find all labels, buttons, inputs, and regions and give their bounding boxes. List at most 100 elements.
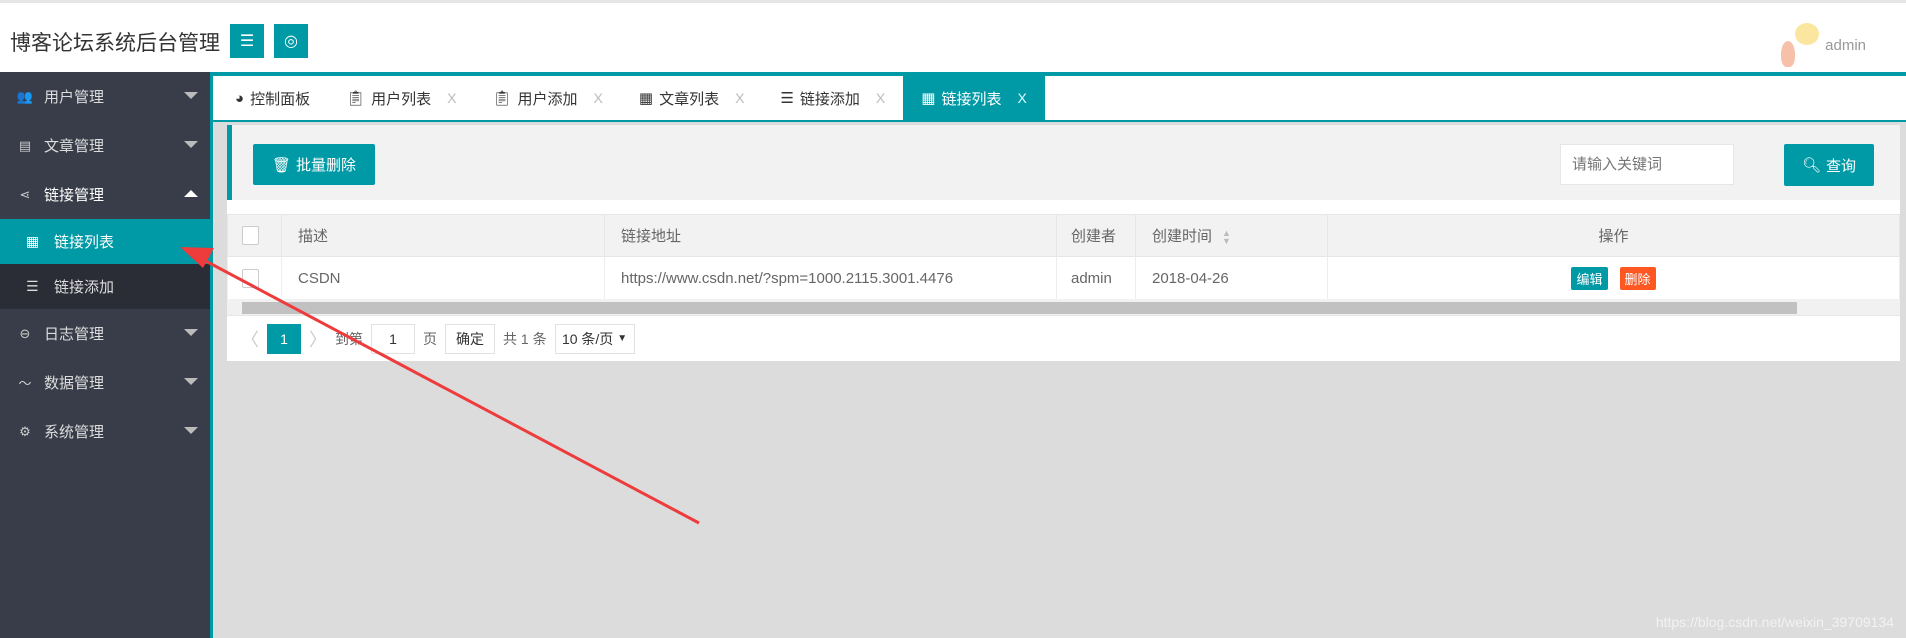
column-header: 操作 xyxy=(1327,214,1900,257)
help-button[interactable]: ◎ xyxy=(274,24,308,58)
pulse-icon: 〜 xyxy=(18,376,32,391)
log-icon: ⊖ xyxy=(19,325,31,341)
tab-label: 用户列表 xyxy=(371,90,432,108)
sidebar-item-users[interactable]: 👥 用户管理 xyxy=(0,72,210,121)
page-unit: 页 xyxy=(423,330,437,347)
tab-label: 控制面板 xyxy=(250,90,311,108)
query-button[interactable]: 🔍︎ 查询 xyxy=(1784,144,1874,186)
sidebar-item-label: 用户管理 xyxy=(44,89,105,106)
row-checkbox[interactable] xyxy=(242,268,259,288)
table-icon: ▦ xyxy=(26,233,40,249)
page-size-select[interactable]: 10 条/页 ▼ xyxy=(554,323,635,354)
close-icon[interactable]: X xyxy=(735,90,744,106)
search-input[interactable] xyxy=(1560,144,1734,185)
sidebar-item-label: 链接添加 xyxy=(54,279,115,296)
column-label: 创建时间 xyxy=(1152,228,1213,245)
chevron-down-icon xyxy=(184,92,198,99)
sidebar-item-label: 系统管理 xyxy=(44,424,105,441)
tab-label: 用户添加 xyxy=(517,90,578,108)
avatar xyxy=(1779,23,1820,67)
chevron-down-icon xyxy=(184,329,198,336)
app-title: 博客论坛系统后台管理 xyxy=(10,32,220,55)
chevron-down-icon xyxy=(184,378,198,385)
cell-url: https://www.csdn.net/?spm=1000.2115.3001… xyxy=(604,256,1057,300)
link-table: 描述 链接地址 创建者 创建时间 ▲ ▼ 操作 CSDN https://www.c… xyxy=(227,214,1900,300)
table-row: CSDN https://www.csdn.net/?spm=1000.2115… xyxy=(227,256,1900,300)
chevron-down-icon xyxy=(184,427,198,434)
goto-label: 到第 xyxy=(335,330,363,347)
tab-link-list[interactable]: ▦ 链接列表 X xyxy=(903,76,1045,120)
username: admin xyxy=(1825,36,1866,54)
sidebar-subitem-link-add[interactable]: ☰ 链接添加 xyxy=(0,264,210,309)
sidebar: 👥 用户管理 ▤ 文章管理 ⋖ 链接管理 ▦ 链接列表 ☰ 链接添加 ⊖ 日志管理 〜数据管… xyxy=(0,72,213,638)
next-page-icon[interactable]: 〉 xyxy=(309,326,327,352)
cell-creator: admin xyxy=(1056,256,1136,300)
top-header: 博客论坛系统后台管理 ☰ ◎ admin xyxy=(0,0,1906,72)
batch-delete-button[interactable]: 🗑︎ 批量删除 xyxy=(253,144,375,185)
menu-toggle-button[interactable]: ☰ xyxy=(230,24,264,58)
watermark: https://blog.csdn.net/weixin_39709134 xyxy=(1655,614,1894,630)
button-label: 批量删除 xyxy=(296,157,357,174)
prev-page-icon[interactable]: 〈 xyxy=(241,326,259,352)
document-icon: ▤ xyxy=(18,137,32,153)
search-icon: 🔍︎ xyxy=(1801,157,1822,174)
sidebar-item-label: 链接列表 xyxy=(54,234,115,251)
tab-bar: ◕ 控制面板 📋︎ 用户列表 X 📋︎ 用户添加 X ▦ 文章列表 X ☰ 链接添加 X ▦ 链接列… xyxy=(213,72,1906,122)
sidebar-item-label: 数据管理 xyxy=(44,375,105,392)
tab-user-add[interactable]: 📋︎ 用户添加 X xyxy=(474,76,620,120)
column-header: 描述 xyxy=(281,214,605,257)
user-menu[interactable]: admin xyxy=(1779,23,1866,67)
close-icon[interactable]: X xyxy=(594,90,603,106)
chevron-up-icon xyxy=(184,190,198,197)
sidebar-item-label: 链接管理 xyxy=(44,187,105,204)
close-icon[interactable]: X xyxy=(876,90,885,106)
dashboard-icon: ◕ xyxy=(235,89,245,107)
button-label: 查询 xyxy=(1826,157,1857,175)
edit-button[interactable]: 编辑 xyxy=(1571,266,1608,290)
page-1-button[interactable]: 1 xyxy=(267,323,301,354)
goto-page-input[interactable]: 1 xyxy=(371,323,415,354)
share-icon: ⋖ xyxy=(19,186,31,202)
sidebar-item-label: 日志管理 xyxy=(44,326,105,343)
sidebar-subitem-link-list[interactable]: ▦ 链接列表 xyxy=(0,219,210,264)
tab-user-list[interactable]: 📋︎ 用户列表 X xyxy=(328,76,474,120)
tab-label: 链接列表 xyxy=(941,90,1002,108)
sidebar-item-logs[interactable]: ⊖ 日志管理 xyxy=(0,309,210,358)
gears-icon: ⚙ xyxy=(19,423,31,439)
clipboard-icon: 📋︎ xyxy=(346,90,366,107)
page-size-value: 10 条/页 xyxy=(561,330,614,347)
scrollbar-thumb[interactable] xyxy=(242,302,1797,314)
sidebar-item-system[interactable]: ⚙ 系统管理 xyxy=(0,407,210,456)
tab-dashboard[interactable]: ◕ 控制面板 xyxy=(217,76,328,120)
sidebar-item-data[interactable]: 〜数据管理 xyxy=(0,358,210,407)
horizontal-scrollbar[interactable] xyxy=(227,299,1900,316)
sidebar-item-articles[interactable]: ▤ 文章管理 xyxy=(0,121,210,170)
lifebuoy-icon: ◎ xyxy=(284,33,298,50)
tab-link-add[interactable]: ☰ 链接添加 X xyxy=(762,76,903,120)
cell-created: 2018-04-26 xyxy=(1135,256,1328,300)
sort-icon[interactable]: ▲ ▼ xyxy=(1222,229,1231,246)
toolbar: 🗑︎批量删除 🔍︎查询 xyxy=(227,125,1900,200)
table-icon: ▦ xyxy=(638,90,654,107)
select-all-checkbox[interactable] xyxy=(242,226,259,245)
tab-article-list[interactable]: ▦ 文章列表 X xyxy=(621,76,763,120)
table-header: 描述 链接地址 创建者 创建时间 ▲ ▼ 操作 xyxy=(227,214,1900,257)
pagination: 〈 1 〉 到第 1 页 确定 共 1 条 10 条/页 ▼ xyxy=(227,316,635,361)
chevron-down-icon xyxy=(184,141,198,148)
sidebar-item-links[interactable]: ⋖ 链接管理 xyxy=(0,170,210,219)
close-icon[interactable]: X xyxy=(447,90,456,106)
menu-icon: ☰ xyxy=(239,33,255,50)
content-panel: 🗑︎批量删除 🔍︎查询 描述 链接地址 创建者 创建时间 ▲▼ 操作 CSDN h… xyxy=(227,125,1900,361)
list-icon: ☰ xyxy=(780,90,794,107)
chevron-down-icon: ▼ xyxy=(617,333,628,344)
sidebar-item-label: 文章管理 xyxy=(44,138,105,155)
column-header: 创建者 xyxy=(1056,214,1136,257)
clipboard-icon: 📋︎ xyxy=(492,90,512,107)
table-icon: ▦ xyxy=(921,90,936,107)
goto-confirm-button[interactable]: 确定 xyxy=(445,323,495,354)
delete-button[interactable]: 删除 xyxy=(1619,266,1656,290)
users-icon: 👥 xyxy=(16,88,34,104)
column-header-created[interactable]: 创建时间 ▲ ▼ xyxy=(1135,214,1328,257)
list-icon: ☰ xyxy=(26,278,39,294)
close-icon[interactable]: X xyxy=(1017,90,1026,106)
